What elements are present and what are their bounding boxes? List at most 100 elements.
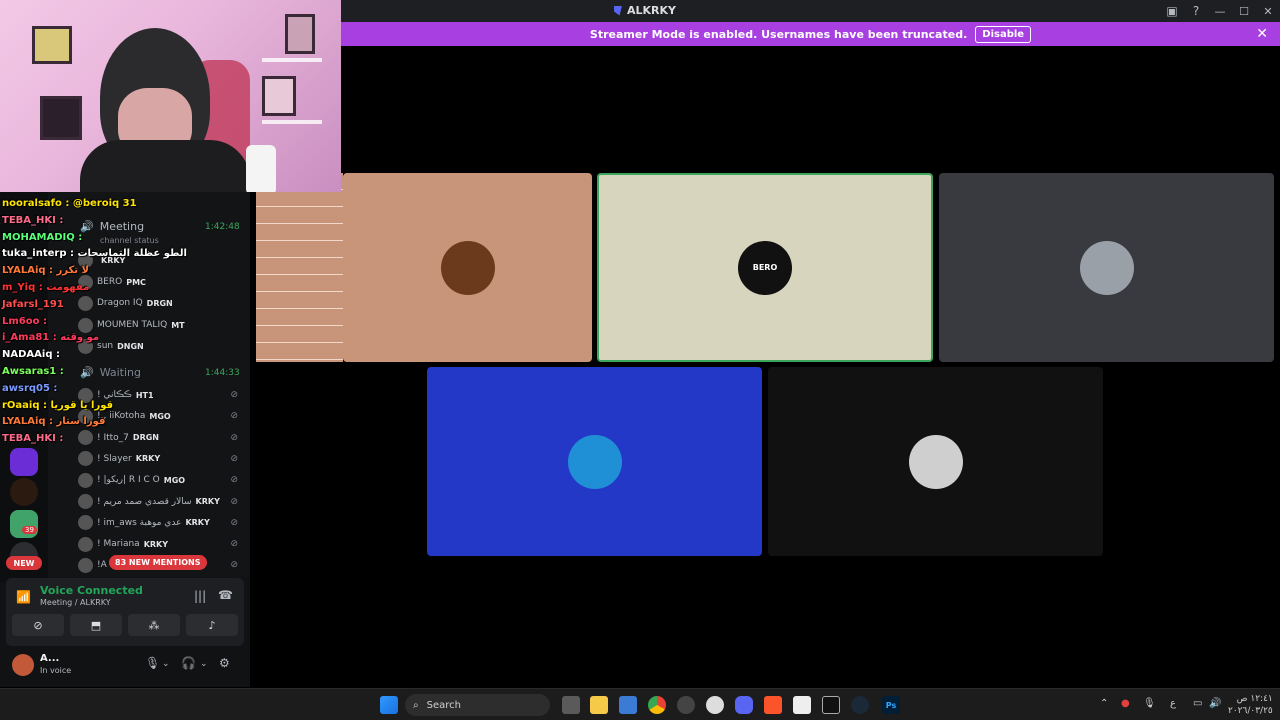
chrome-icon[interactable]	[648, 696, 666, 714]
camera-off-button[interactable]: ⊘	[12, 614, 64, 636]
channel-meeting[interactable]: 🔊 Meeting 1:42:48	[80, 220, 240, 233]
voice-member[interactable]: ! im_aws عدي موهبة KRKY ⊘	[78, 513, 248, 533]
tag-badge: KRKY	[195, 497, 220, 506]
language-indicator[interactable]: ع	[1170, 698, 1176, 709]
start-icon[interactable]	[380, 696, 398, 714]
settings-gear-icon[interactable]: ⚙	[219, 656, 230, 670]
headphones-icon[interactable]: 🎧	[181, 656, 196, 670]
inbox-icon[interactable]: ▣	[1160, 0, 1184, 22]
tag-badge: DNGN	[117, 341, 144, 351]
user-name: A...	[40, 653, 60, 664]
tray-mic-icon[interactable]: 🎙	[1143, 698, 1156, 709]
avatar	[78, 451, 93, 467]
deafened-icon: ⊘	[230, 475, 238, 486]
tag-badge: DRGN	[132, 433, 159, 443]
deafened-icon: ⊘	[230, 453, 238, 464]
voice-member[interactable]: ! ڪڪاني HT1 ⊘	[78, 385, 248, 405]
chevron-up-icon[interactable]: ⌃	[1100, 698, 1108, 709]
search-box[interactable]: ⌕ Search	[405, 694, 550, 716]
taskbar: ⌕ Search Ps ⌃ ● 🎙 ع ▭ 🔊 ١٢:٤١ ص ٢٠٢٦/٠٣/…	[0, 688, 1280, 720]
voice-channel-path[interactable]: Meeting / ALKRKY	[40, 598, 111, 607]
new-mentions-pill[interactable]: 83 NEW MENTIONS	[109, 555, 207, 570]
window-title: ALKRKY	[614, 4, 676, 17]
volume-icon[interactable]: 🔊	[1209, 698, 1221, 709]
signal-icon[interactable]: 📶	[16, 590, 31, 604]
avatar[interactable]	[12, 654, 34, 676]
voice-member[interactable]: BERO PMC	[78, 272, 248, 292]
participant-tile[interactable]	[343, 173, 592, 362]
voice-member[interactable]: ! Itto_7 DRGN ⊘	[78, 428, 248, 448]
avatar	[78, 557, 93, 573]
close-window-button[interactable]: ✕	[1256, 0, 1280, 22]
tag-badge: KRKY	[185, 518, 210, 528]
guild-icon[interactable]	[10, 448, 38, 476]
chevron-down-icon[interactable]: ⌄	[200, 659, 208, 669]
screen: ALKRKY ▣ ? — ☐ ✕ Streamer Mode is enable…	[0, 0, 1280, 720]
channel-timer: 1:44:33	[205, 367, 240, 378]
tray-app-icon[interactable]: ●	[1121, 698, 1130, 709]
noise-suppression-icon[interactable]: |||	[194, 589, 206, 603]
clock[interactable]: ١٢:٤١ ص ٢٠٢٦/٠٣/٢٥	[1228, 693, 1273, 717]
voice-member[interactable]: ! , iiKotoha MGO ⊘	[78, 406, 248, 426]
activities-button[interactable]: ⁂	[128, 614, 180, 636]
help-icon[interactable]: ?	[1184, 0, 1208, 22]
participant-tile[interactable]	[939, 173, 1274, 362]
channel-waiting[interactable]: 🔊 Waiting 1:44:33	[80, 366, 240, 379]
close-notice-icon[interactable]: ✕	[1256, 26, 1268, 42]
new-badge[interactable]: NEW	[6, 556, 42, 570]
photoshop-icon[interactable]: Ps	[882, 696, 900, 714]
steelseries-icon[interactable]	[677, 696, 695, 714]
steam-icon[interactable]	[851, 696, 869, 714]
network-icon[interactable]: ▭	[1193, 698, 1202, 709]
voice-member[interactable]: ! سالار قصدي صمد مريم KRKY ⊘	[78, 492, 248, 512]
tag-badge: MGO	[163, 475, 186, 485]
member-name: sun	[97, 341, 114, 351]
participant-tile[interactable]	[768, 367, 1103, 556]
voice-member[interactable]: Dragon IQ DRGN	[78, 293, 248, 313]
discord-icon[interactable]	[735, 696, 753, 714]
capcut-icon[interactable]	[822, 696, 840, 714]
task-view-icon[interactable]	[562, 696, 580, 714]
avatar	[78, 472, 93, 488]
participant-tile[interactable]	[427, 367, 762, 556]
voice-member[interactable]: MOUMEN TALIQ MT	[78, 315, 248, 335]
avatar	[908, 434, 963, 489]
avatar	[78, 295, 93, 311]
member-name: MOUMEN TALIQ	[97, 320, 168, 330]
soundboard-button[interactable]: ♪	[186, 614, 238, 636]
avatar	[78, 515, 93, 531]
voice-member[interactable]: sun DNGN	[78, 336, 248, 356]
avatar: BERO	[738, 240, 792, 295]
disconnect-icon[interactable]: ☎	[218, 588, 233, 602]
disable-streamer-mode-button[interactable]: Disable	[975, 25, 1032, 43]
voice-member[interactable]: KRKY	[78, 250, 248, 270]
mic-icon[interactable]: 🎙	[145, 656, 160, 670]
chevron-down-icon[interactable]: ⌄	[162, 659, 170, 669]
minimize-button[interactable]: —	[1208, 0, 1232, 22]
channel-status[interactable]: channel status	[100, 236, 159, 245]
store-icon[interactable]	[619, 696, 637, 714]
deafened-icon: ⊘	[230, 539, 238, 550]
voice-member[interactable]: ! |ريکو| R I C O MGO ⊘	[78, 470, 248, 490]
voice-channel-icon: 🔊	[80, 220, 94, 233]
gear-app-icon[interactable]	[706, 696, 724, 714]
voice-member[interactable]: ! Mariana KRKY ⊘	[78, 534, 248, 554]
file-explorer-icon[interactable]	[590, 696, 608, 714]
share-screen-button[interactable]: ⬒	[70, 614, 122, 636]
streamer-mode-notice: Streamer Mode is enabled. Usernames have…	[341, 22, 1280, 46]
tile-overflow-strip	[256, 173, 343, 362]
guild-list: 39	[0, 192, 48, 582]
member-name: ! Slayer	[97, 453, 132, 464]
avatar	[78, 252, 93, 268]
maximize-button[interactable]: ☐	[1232, 0, 1256, 22]
voice-member[interactable]: ! Slayer KRKY ⊘	[78, 449, 248, 469]
tag-badge: KRKY	[135, 454, 161, 464]
avatar	[78, 338, 93, 354]
participant-tile[interactable]: BERO	[597, 173, 933, 362]
notes-icon[interactable]	[793, 696, 811, 714]
deafened-icon: ⊘	[230, 560, 238, 571]
brave-icon[interactable]	[764, 696, 782, 714]
guild-icon[interactable]	[10, 478, 38, 506]
webcam-overlay	[0, 0, 341, 192]
user-status: In voice	[40, 666, 72, 675]
